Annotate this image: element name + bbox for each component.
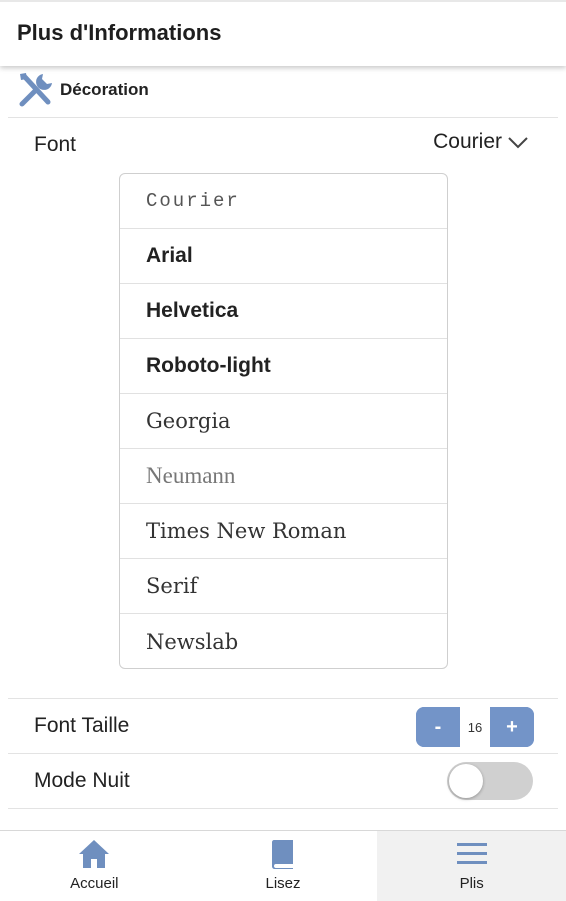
font-option-helvetica[interactable]: Helvetica xyxy=(120,284,447,339)
night-mode-label: Mode Nuit xyxy=(34,769,130,792)
font-option-neumann[interactable]: Neumann xyxy=(120,449,447,504)
font-option-courier[interactable]: Courier xyxy=(120,174,447,229)
font-option-serif[interactable]: Serif xyxy=(120,559,447,614)
font-dropdown[interactable]: Courier xyxy=(433,130,530,154)
nav-label-plis: Plis xyxy=(459,875,484,892)
divider xyxy=(8,808,558,809)
font-selected-value: Courier xyxy=(433,130,502,153)
tools-icon xyxy=(19,73,52,107)
font-option-times-new-roman[interactable]: Times New Roman xyxy=(120,504,447,559)
nav-label-accueil: Accueil xyxy=(70,875,119,892)
increase-font-button[interactable]: + xyxy=(490,707,534,747)
night-mode-toggle[interactable] xyxy=(447,762,533,800)
font-label: Font xyxy=(34,133,77,156)
divider xyxy=(8,698,558,699)
divider xyxy=(8,117,558,118)
nav-item-accueil[interactable]: Accueil xyxy=(0,831,189,901)
font-size-value: 16 xyxy=(460,707,490,747)
bottom-navigation: Accueil Lisez Plis xyxy=(0,830,566,901)
app-header: Plus d'Informations xyxy=(0,0,566,66)
font-size-label: Font Taille xyxy=(34,714,130,737)
page-title: Plus d'Informations xyxy=(17,20,222,45)
decrease-font-button[interactable]: - xyxy=(416,707,460,747)
section-decoration: Décoration xyxy=(16,68,149,112)
font-size-stepper: - 16 + xyxy=(416,707,534,747)
divider xyxy=(8,753,558,754)
chevron-down-icon xyxy=(508,137,528,149)
font-option-roboto-light[interactable]: Roboto-light xyxy=(120,339,447,394)
toggle-knob xyxy=(449,764,483,798)
font-option-georgia[interactable]: Georgia xyxy=(120,394,447,449)
top-edge xyxy=(0,0,566,2)
font-option-arial[interactable]: Arial xyxy=(120,229,447,284)
section-label: Décoration xyxy=(60,80,149,99)
menu-icon xyxy=(456,843,487,864)
font-options-list: Courier Arial Helvetica Roboto-light Geo… xyxy=(119,173,448,669)
book-icon xyxy=(272,840,293,869)
font-option-newslab[interactable]: Newslab xyxy=(120,614,447,668)
nav-item-plis[interactable]: Plis xyxy=(377,831,566,901)
home-icon xyxy=(79,840,110,868)
nav-label-lisez: Lisez xyxy=(265,875,301,892)
nav-item-lisez[interactable]: Lisez xyxy=(189,831,378,901)
